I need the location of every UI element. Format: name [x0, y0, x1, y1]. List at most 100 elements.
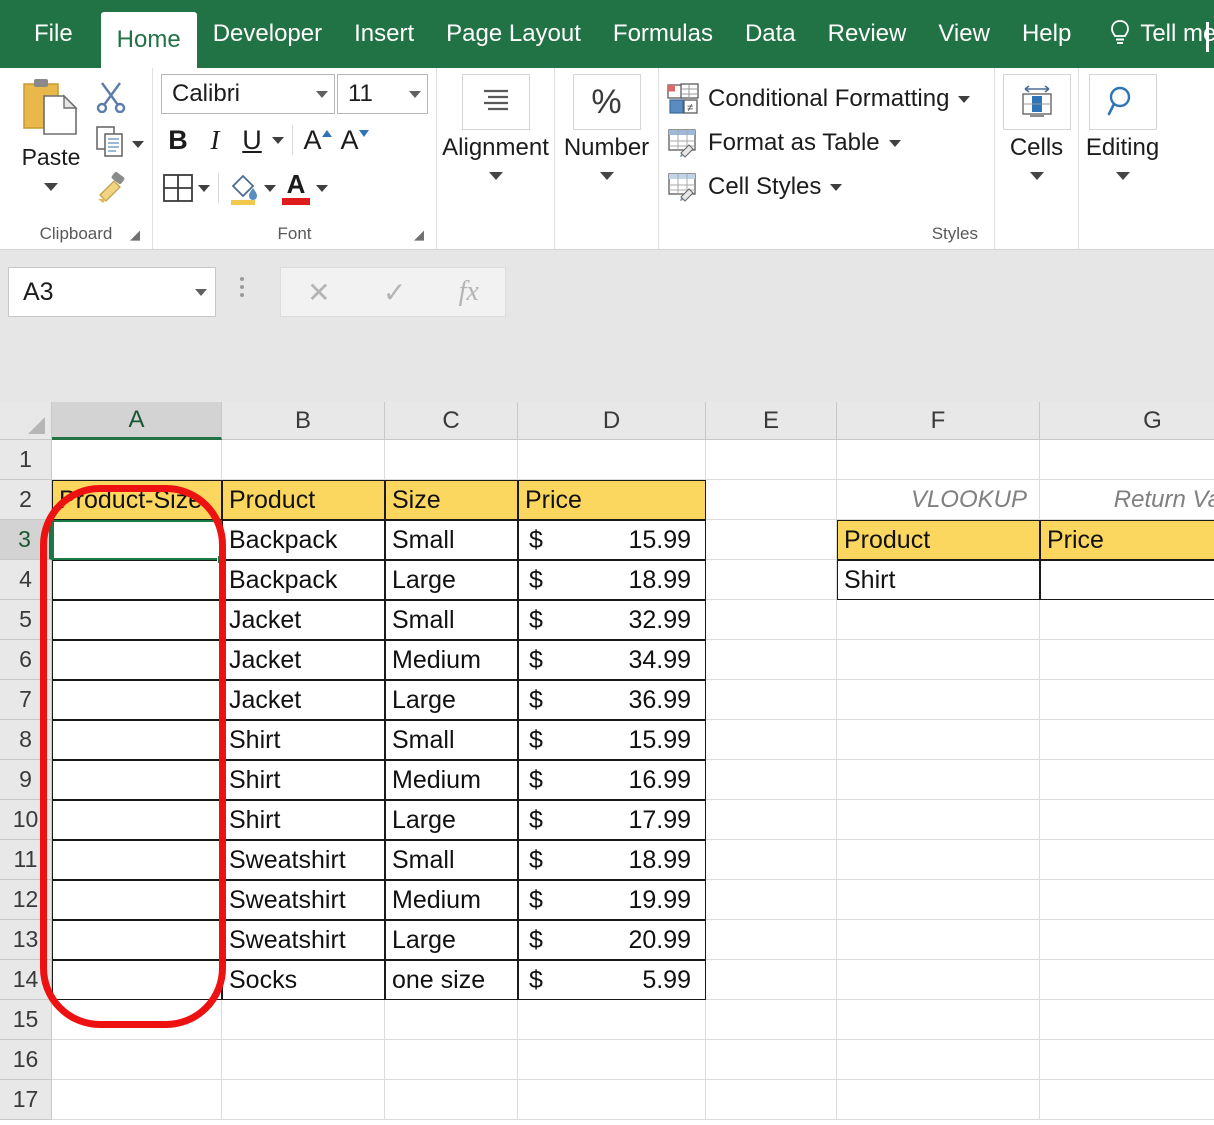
cell-A15[interactable]: [52, 1000, 222, 1040]
cell-styles-caret-icon[interactable]: [830, 183, 843, 191]
underline-caret-icon[interactable]: [272, 136, 284, 144]
cell-D11-price[interactable]: $18.99: [518, 840, 706, 880]
cell-C16[interactable]: [385, 1040, 518, 1080]
cell-G17[interactable]: [1040, 1080, 1214, 1120]
format-painter-button[interactable]: [94, 168, 144, 212]
cancel-formula-icon[interactable]: ✕: [307, 276, 330, 309]
cell-A1[interactable]: [52, 440, 222, 480]
cell-C11-size[interactable]: Small: [385, 840, 518, 880]
cell-B14-product[interactable]: Socks: [222, 960, 385, 1000]
cell-B8-product[interactable]: Shirt: [222, 720, 385, 760]
cell-B1[interactable]: [222, 440, 385, 480]
cell-A9[interactable]: [52, 760, 222, 800]
name-box[interactable]: A3: [8, 267, 216, 317]
cell-E3[interactable]: [706, 520, 837, 560]
cell-F13[interactable]: [837, 920, 1040, 960]
font-color-caret-icon[interactable]: [316, 184, 328, 192]
cell-G4-result[interactable]: [1040, 560, 1214, 600]
cell-G5[interactable]: [1040, 600, 1214, 640]
tab-formulas[interactable]: Formulas: [597, 0, 729, 68]
cell-E11[interactable]: [706, 840, 837, 880]
cell-A5[interactable]: [52, 600, 222, 640]
selected-cell-A3[interactable]: [52, 520, 222, 560]
tab-data[interactable]: Data: [729, 0, 812, 68]
italic-button[interactable]: I: [198, 120, 232, 160]
fill-color-button[interactable]: [227, 168, 261, 208]
cell-C1[interactable]: [385, 440, 518, 480]
cell-C13-size[interactable]: Large: [385, 920, 518, 960]
conditional-formatting-caret-icon[interactable]: [958, 95, 971, 103]
borders-caret-icon[interactable]: [198, 184, 210, 192]
cell-D4-price[interactable]: $18.99: [518, 560, 706, 600]
cell-B16[interactable]: [222, 1040, 385, 1080]
cell-C6-size[interactable]: Medium: [385, 640, 518, 680]
cell-F16[interactable]: [837, 1040, 1040, 1080]
cell-E17[interactable]: [706, 1080, 837, 1120]
row-header-1[interactable]: 1: [0, 440, 52, 480]
cell-D7-price[interactable]: $36.99: [518, 680, 706, 720]
cell-B9-product[interactable]: Shirt: [222, 760, 385, 800]
tab-home[interactable]: Home: [100, 12, 197, 68]
column-header-a[interactable]: A: [52, 402, 222, 440]
tab-view[interactable]: View: [922, 0, 1006, 68]
number-dropdown-caret-icon[interactable]: [599, 172, 614, 180]
cell-F6[interactable]: [837, 640, 1040, 680]
paste-dropdown-caret-icon[interactable]: [44, 183, 58, 191]
cell-styles-button[interactable]: Cell Styles: [667, 166, 986, 208]
cell-E16[interactable]: [706, 1040, 837, 1080]
cell-F11[interactable]: [837, 840, 1040, 880]
row-header-10[interactable]: 10: [0, 800, 52, 840]
cell-B7-product[interactable]: Jacket: [222, 680, 385, 720]
row-header-2[interactable]: 2: [0, 480, 52, 520]
cell-C9-size[interactable]: Medium: [385, 760, 518, 800]
cell-F8[interactable]: [837, 720, 1040, 760]
cell-B10-product[interactable]: Shirt: [222, 800, 385, 840]
cell-D16[interactable]: [518, 1040, 706, 1080]
cell-F14[interactable]: [837, 960, 1040, 1000]
cell-E10[interactable]: [706, 800, 837, 840]
column-header-b[interactable]: B: [222, 402, 385, 440]
cell-B12-product[interactable]: Sweatshirt: [222, 880, 385, 920]
cell-D6-price[interactable]: $34.99: [518, 640, 706, 680]
cell-C8-size[interactable]: Small: [385, 720, 518, 760]
cell-F9[interactable]: [837, 760, 1040, 800]
cell-C2-size-header[interactable]: Size: [385, 480, 518, 520]
cell-D14-price[interactable]: $5.99: [518, 960, 706, 1000]
cell-G9[interactable]: [1040, 760, 1214, 800]
cell-G16[interactable]: [1040, 1040, 1214, 1080]
cell-E1[interactable]: [706, 440, 837, 480]
cell-G8[interactable]: [1040, 720, 1214, 760]
row-header-16[interactable]: 16: [0, 1040, 52, 1080]
cell-F17[interactable]: [837, 1080, 1040, 1120]
column-header-c[interactable]: C: [385, 402, 518, 440]
cell-G14[interactable]: [1040, 960, 1214, 1000]
cell-D10-price[interactable]: $17.99: [518, 800, 706, 840]
cell-G15[interactable]: [1040, 1000, 1214, 1040]
row-header-6[interactable]: 6: [0, 640, 52, 680]
cell-C15[interactable]: [385, 1000, 518, 1040]
cell-E5[interactable]: [706, 600, 837, 640]
cell-G2-return-value-label[interactable]: Return Value: [1040, 480, 1214, 520]
cell-D15[interactable]: [518, 1000, 706, 1040]
cell-D1[interactable]: [518, 440, 706, 480]
cell-G11[interactable]: [1040, 840, 1214, 880]
row-header-14[interactable]: 14: [0, 960, 52, 1000]
cell-C5-size[interactable]: Small: [385, 600, 518, 640]
cell-A11[interactable]: [52, 840, 222, 880]
cell-G3-price-header[interactable]: Price: [1040, 520, 1214, 560]
cell-F1[interactable]: [837, 440, 1040, 480]
row-header-4[interactable]: 4: [0, 560, 52, 600]
cell-B2-product-header[interactable]: Product: [222, 480, 385, 520]
increase-font-size-button[interactable]: A: [301, 120, 335, 160]
cell-E2[interactable]: [706, 480, 837, 520]
row-header-8[interactable]: 8: [0, 720, 52, 760]
cells-dropdown-caret-icon[interactable]: [1029, 172, 1044, 180]
font-size-caret-icon[interactable]: [409, 90, 421, 98]
tab-developer[interactable]: Developer: [197, 0, 338, 68]
cell-E15[interactable]: [706, 1000, 837, 1040]
clipboard-dialog-launcher-icon[interactable]: ◢: [130, 228, 144, 242]
copy-button[interactable]: [94, 122, 144, 166]
cell-F12[interactable]: [837, 880, 1040, 920]
cell-A7[interactable]: [52, 680, 222, 720]
editing-dropdown-caret-icon[interactable]: [1115, 172, 1130, 180]
